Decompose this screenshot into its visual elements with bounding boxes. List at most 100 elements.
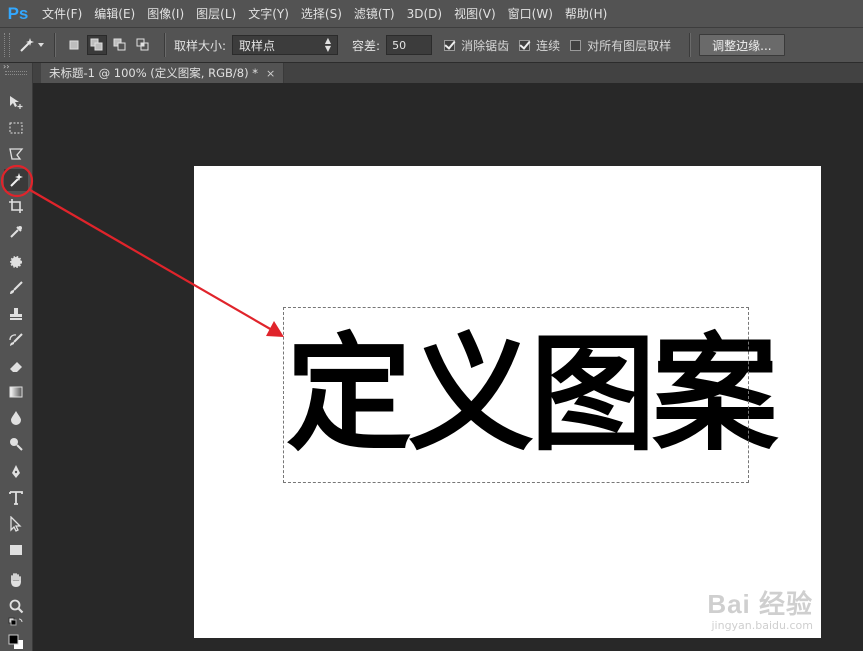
gradient-icon	[9, 386, 23, 398]
zoom-tool[interactable]	[4, 595, 28, 617]
blur-drop-icon	[11, 411, 21, 425]
checkbox-checked-icon	[519, 39, 531, 51]
options-bar: 取样大小: 取样点 ▲▼ 容差: 消除锯齿 连续 对所有图层取样 调整边缘...	[0, 27, 863, 63]
magnifier-icon	[9, 599, 24, 614]
polygonal-lasso-icon	[9, 148, 24, 160]
tool-preset-picker[interactable]	[16, 32, 46, 58]
clone-stamp-tool[interactable]	[4, 303, 28, 325]
antialias-label: 消除锯齿	[461, 38, 510, 53]
menu-type[interactable]: 文字(Y)	[242, 5, 295, 22]
sample-all-layers-label: 对所有图层取样	[587, 38, 672, 53]
separator	[689, 33, 692, 57]
checkbox-checked-icon	[444, 39, 456, 51]
dodge-icon	[10, 438, 23, 451]
foreground-background-color-icon	[8, 634, 23, 649]
menu-bar: Ps 文件(F) 编辑(E) 图像(I) 图层(L) 文字(Y) 选择(S) 滤…	[0, 0, 863, 27]
magic-wand-tool[interactable]	[4, 169, 28, 191]
tolerance-input[interactable]	[386, 35, 433, 55]
color-swatches[interactable]	[4, 633, 28, 651]
eyedropper-tool[interactable]	[4, 221, 28, 243]
swap-colors-control[interactable]	[4, 617, 28, 631]
refine-edge-button[interactable]: 调整边缘...	[699, 34, 785, 56]
contiguous-label: 连续	[536, 38, 561, 53]
document-tab-strip: 未标题-1 @ 100% (定义图案, RGB/8) * ×	[33, 63, 863, 83]
healing-brush-icon	[10, 256, 22, 268]
antialias-checkbox[interactable]: 消除锯齿	[444, 37, 509, 54]
menu-layer[interactable]: 图层(L)	[190, 5, 242, 22]
updown-arrows-icon: ▲ ▼	[324, 36, 332, 53]
history-brush-tool[interactable]	[4, 329, 28, 351]
magic-wand-icon	[10, 173, 23, 187]
crop-tool[interactable]	[4, 195, 28, 217]
document-canvas[interactable]: 定义图案 Bai 经验 jingyan.baidu.com	[194, 166, 821, 638]
magic-wand-icon	[20, 38, 34, 52]
type-tool[interactable]	[4, 487, 28, 509]
rectangle-marquee-icon	[9, 122, 23, 134]
lasso-tool[interactable]	[4, 143, 28, 165]
close-icon[interactable]: ×	[266, 67, 275, 80]
marquee-tool[interactable]	[4, 117, 28, 139]
menu-edit[interactable]: 编辑(E)	[88, 5, 141, 22]
subtract-from-selection-button[interactable]	[110, 35, 130, 55]
eraser-icon	[10, 362, 22, 372]
toolbox-grip[interactable]	[5, 71, 27, 75]
sample-size-select[interactable]: 取样点 ▲ ▼	[232, 35, 339, 55]
path-selection-tool[interactable]	[4, 513, 28, 535]
options-grip[interactable]	[4, 33, 10, 57]
menu-filter[interactable]: 滤镜(T)	[348, 5, 401, 22]
pen-tool[interactable]	[4, 461, 28, 483]
menu-help[interactable]: 帮助(H)	[559, 5, 613, 22]
tolerance-label: 容差:	[352, 38, 381, 53]
crop-icon	[9, 199, 23, 213]
stamp-icon	[10, 308, 22, 320]
move-tool[interactable]	[4, 91, 28, 113]
document-tab-title: 未标题-1 @ 100% (定义图案, RGB/8) *	[49, 66, 258, 80]
toolbox-collapse-icon[interactable]: ››	[0, 62, 32, 71]
intersect-selection-button[interactable]	[133, 35, 153, 55]
sample-all-layers-checkbox[interactable]: 对所有图层取样	[570, 37, 671, 54]
path-select-arrow-icon	[10, 516, 22, 532]
dodge-tool[interactable]	[4, 433, 28, 455]
add-selection-icon	[90, 38, 103, 51]
menu-view[interactable]: 视图(V)	[448, 5, 502, 22]
rectangle-shape-icon	[10, 545, 22, 555]
chevron-down-icon	[38, 43, 44, 47]
sample-size-value: 取样点	[239, 38, 276, 53]
photoshop-logo: Ps	[7, 3, 29, 23]
hand-icon	[11, 573, 21, 587]
new-selection-button[interactable]	[64, 35, 84, 55]
menu-window[interactable]: 窗口(W)	[502, 5, 559, 22]
sample-size-label: 取样大小:	[174, 38, 227, 53]
move-icon	[10, 96, 23, 109]
menu-select[interactable]: 选择(S)	[295, 5, 348, 22]
menu-file[interactable]: 文件(F)	[36, 5, 88, 22]
shape-tool[interactable]	[4, 539, 28, 561]
pen-icon	[12, 465, 20, 478]
document-tab[interactable]: 未标题-1 @ 100% (定义图案, RGB/8) * ×	[41, 63, 285, 83]
separator	[54, 33, 56, 57]
history-brush-icon	[9, 333, 23, 346]
subtract-selection-icon	[113, 38, 126, 51]
artwork-text-selection: 定义图案	[283, 307, 778, 483]
hand-tool[interactable]	[4, 569, 28, 591]
brush-icon	[10, 281, 23, 294]
contiguous-checkbox[interactable]: 连续	[519, 37, 560, 54]
swap-colors-icon	[8, 617, 23, 626]
brush-tool[interactable]	[4, 277, 28, 299]
watermark: Bai 经验 jingyan.baidu.com	[707, 584, 813, 632]
text-icon	[9, 491, 23, 505]
separator	[164, 33, 166, 57]
blur-tool[interactable]	[4, 407, 28, 429]
watermark-logo: Bai 经验	[707, 589, 813, 619]
intersect-selection-icon	[136, 38, 149, 51]
eraser-tool[interactable]	[4, 355, 28, 377]
tools-panel: ››	[0, 62, 33, 651]
watermark-url: jingyan.baidu.com	[711, 619, 813, 632]
new-selection-icon	[69, 40, 79, 50]
gradient-tool[interactable]	[4, 381, 28, 403]
menu-3d[interactable]: 3D(D)	[401, 7, 448, 21]
spot-healing-tool[interactable]	[4, 251, 28, 273]
add-to-selection-button[interactable]	[87, 35, 107, 55]
checkbox-unchecked-icon	[570, 39, 582, 51]
menu-image[interactable]: 图像(I)	[141, 5, 190, 22]
